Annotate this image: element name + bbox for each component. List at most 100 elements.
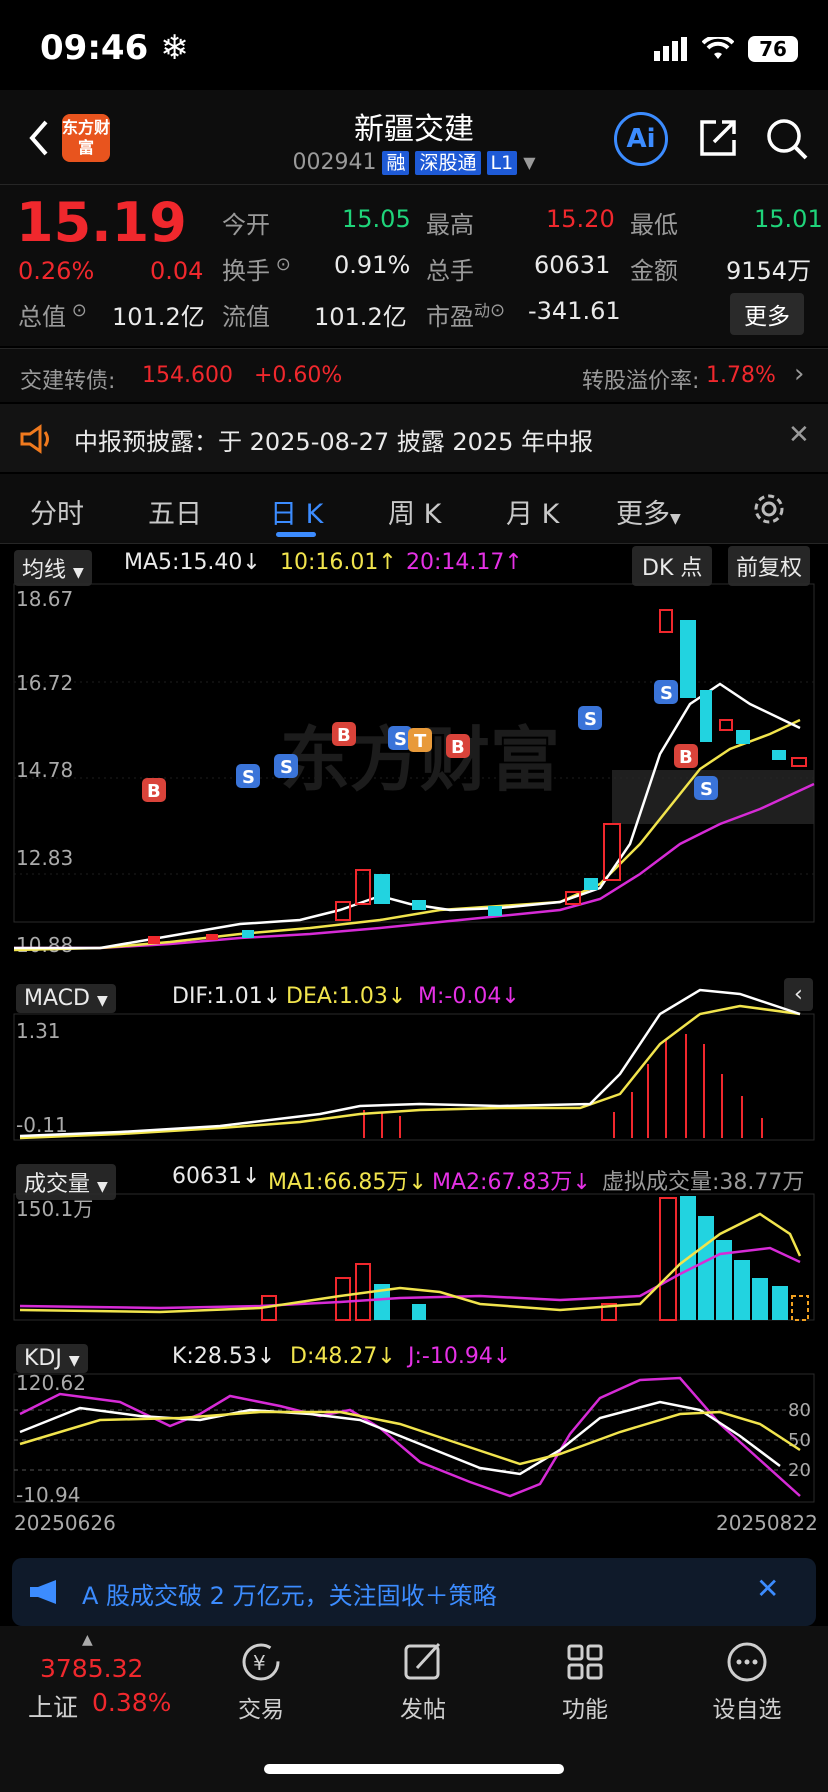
- search-icon[interactable]: [764, 116, 810, 162]
- index-pct[interactable]: 0.38%: [92, 1688, 171, 1717]
- y-label-2: 16.72: [16, 671, 73, 695]
- settings-gear-icon[interactable]: [752, 492, 786, 526]
- kdj-level-20: 20: [788, 1460, 811, 1481]
- high-label: 最高: [426, 211, 474, 239]
- candle: [736, 730, 750, 744]
- pe-label: 市盈动⊙: [426, 300, 506, 331]
- nav-functions[interactable]: 功能: [550, 1626, 620, 1724]
- svg-text:B: B: [679, 747, 693, 768]
- info-icon[interactable]: ⊙: [270, 254, 291, 275]
- tab-five-day[interactable]: 五日: [148, 492, 202, 531]
- low-label: 最低: [630, 211, 678, 239]
- d-line: [19, 1410, 801, 1466]
- chevron-down-icon[interactable]: ▼: [523, 153, 535, 172]
- candle: [488, 906, 502, 916]
- svg-text:¥: ¥: [253, 1651, 266, 1675]
- more-dots-icon: [727, 1642, 767, 1682]
- macd-y-top: 1.31: [16, 1019, 61, 1043]
- candle: [772, 750, 786, 760]
- tag-connect: 深股通: [415, 150, 481, 175]
- close-icon[interactable]: ✕: [756, 1572, 779, 1605]
- active-tab-indicator: [276, 532, 316, 537]
- index-name[interactable]: 上证: [28, 1688, 78, 1724]
- svg-text:B: B: [451, 737, 465, 758]
- amount-value: 9154万: [726, 257, 812, 285]
- status-time: 09:46 ❄: [40, 28, 189, 68]
- tab-daily[interactable]: 日 K: [270, 492, 323, 531]
- share-icon[interactable]: [696, 116, 740, 160]
- change-amount: 0.04: [150, 257, 204, 285]
- kdj-y-top: 120.62: [16, 1371, 86, 1395]
- svg-text:B: B: [147, 781, 161, 802]
- y-label-4: 12.83: [16, 846, 73, 870]
- bond-change: +0.60%: [254, 363, 343, 388]
- vol-y-top: 150.1万: [16, 1197, 93, 1221]
- nav-post[interactable]: 发帖: [388, 1626, 458, 1724]
- wifi-icon: [702, 37, 734, 59]
- turnover-label: 换手 ⊙: [222, 254, 291, 285]
- tag-level: L1: [486, 150, 518, 175]
- dea-line: [19, 1004, 801, 1140]
- kline-chart-area[interactable]: 东方财富 18.67 16.72 14.78 12.83 10.88 B S S…: [0, 544, 828, 1558]
- more-button[interactable]: 更多: [730, 293, 804, 335]
- tag-margin: 融: [382, 150, 410, 175]
- volume-value: 60631: [534, 251, 611, 279]
- quote-panel: 15.19 0.26% 0.04 今开 15.05 最高 15.20 最低 15…: [0, 184, 828, 346]
- volume-label: 总手: [426, 257, 474, 285]
- promo-banner[interactable]: A 股成交破 2 万亿元，关注固收＋策略 ✕: [12, 1558, 816, 1626]
- y-label-3: 14.78: [16, 758, 73, 782]
- signal-icon: [654, 37, 687, 61]
- open-label: 今开: [222, 211, 270, 239]
- ai-assistant-button[interactable]: Ai: [614, 112, 668, 166]
- candle: [148, 936, 160, 944]
- kdj-level-80: 80: [788, 1400, 811, 1421]
- candle: [242, 930, 254, 938]
- nav-trade[interactable]: ¥ 交易: [226, 1626, 296, 1724]
- tab-intraday[interactable]: 分时: [30, 492, 84, 531]
- date-end: 20250822: [716, 1511, 818, 1535]
- snowflake-icon: ❄: [160, 28, 189, 68]
- candle: [680, 620, 696, 698]
- mktcap-label: 总值 ⊙: [18, 300, 87, 331]
- turnover-value: 0.91%: [334, 251, 411, 279]
- period-tabs: 分时 五日 日 K 周 K 月 K 更多▼: [0, 474, 828, 544]
- nav-add-watchlist-label: 设自选: [712, 1697, 782, 1723]
- last-price: 15.19: [16, 191, 187, 254]
- convertible-bond-row[interactable]: 交建转债: 154.600 +0.60% 转股溢价率: 1.78% ›: [0, 348, 828, 402]
- svg-text:S: S: [242, 767, 255, 788]
- candle: [700, 690, 712, 742]
- home-indicator[interactable]: [264, 1764, 564, 1774]
- j-line: [19, 1376, 801, 1498]
- notice-text: 中报预披露：于 2025-08-27 披露 2025 年中报: [74, 428, 594, 456]
- candle: [206, 934, 218, 940]
- mktcap-value: 101.2亿: [112, 303, 205, 331]
- svg-text:S: S: [700, 779, 713, 800]
- nav-functions-label: 功能: [562, 1697, 608, 1723]
- trade-icon: ¥: [242, 1643, 280, 1681]
- chevron-right-icon: ›: [794, 359, 805, 389]
- speaker-icon: [20, 424, 49, 454]
- stock-header: 东方财富 新疆交建 002941 融 深股通 L1 ▼ Ai: [0, 90, 828, 184]
- stock-code: 002941: [292, 150, 377, 175]
- open-value: 15.05: [342, 205, 411, 233]
- info-icon[interactable]: ⊙: [66, 300, 87, 321]
- y-label-bottom: 10.88: [16, 933, 73, 957]
- megaphone-icon: [30, 1580, 56, 1604]
- info-icon[interactable]: ⊙: [490, 300, 505, 321]
- pe-value: -341.61: [528, 297, 621, 325]
- svg-text:S: S: [660, 683, 673, 704]
- candle: [584, 878, 598, 890]
- macd-frame: [13, 1013, 815, 1141]
- float-label: 流值: [222, 303, 270, 331]
- notice-banner[interactable]: 中报预披露：于 2025-08-27 披露 2025 年中报 ✕: [0, 404, 828, 472]
- tab-monthly[interactable]: 月 K: [506, 492, 559, 531]
- tab-more[interactable]: 更多▼: [616, 492, 681, 531]
- compose-icon: [404, 1642, 441, 1680]
- tab-weekly[interactable]: 周 K: [388, 492, 441, 531]
- close-icon[interactable]: ✕: [788, 420, 810, 450]
- index-value[interactable]: 3785.32: [40, 1654, 143, 1683]
- svg-text:B: B: [337, 725, 351, 746]
- candle: [355, 869, 371, 905]
- candle: [659, 609, 673, 633]
- nav-add-watchlist[interactable]: 设自选: [702, 1626, 792, 1724]
